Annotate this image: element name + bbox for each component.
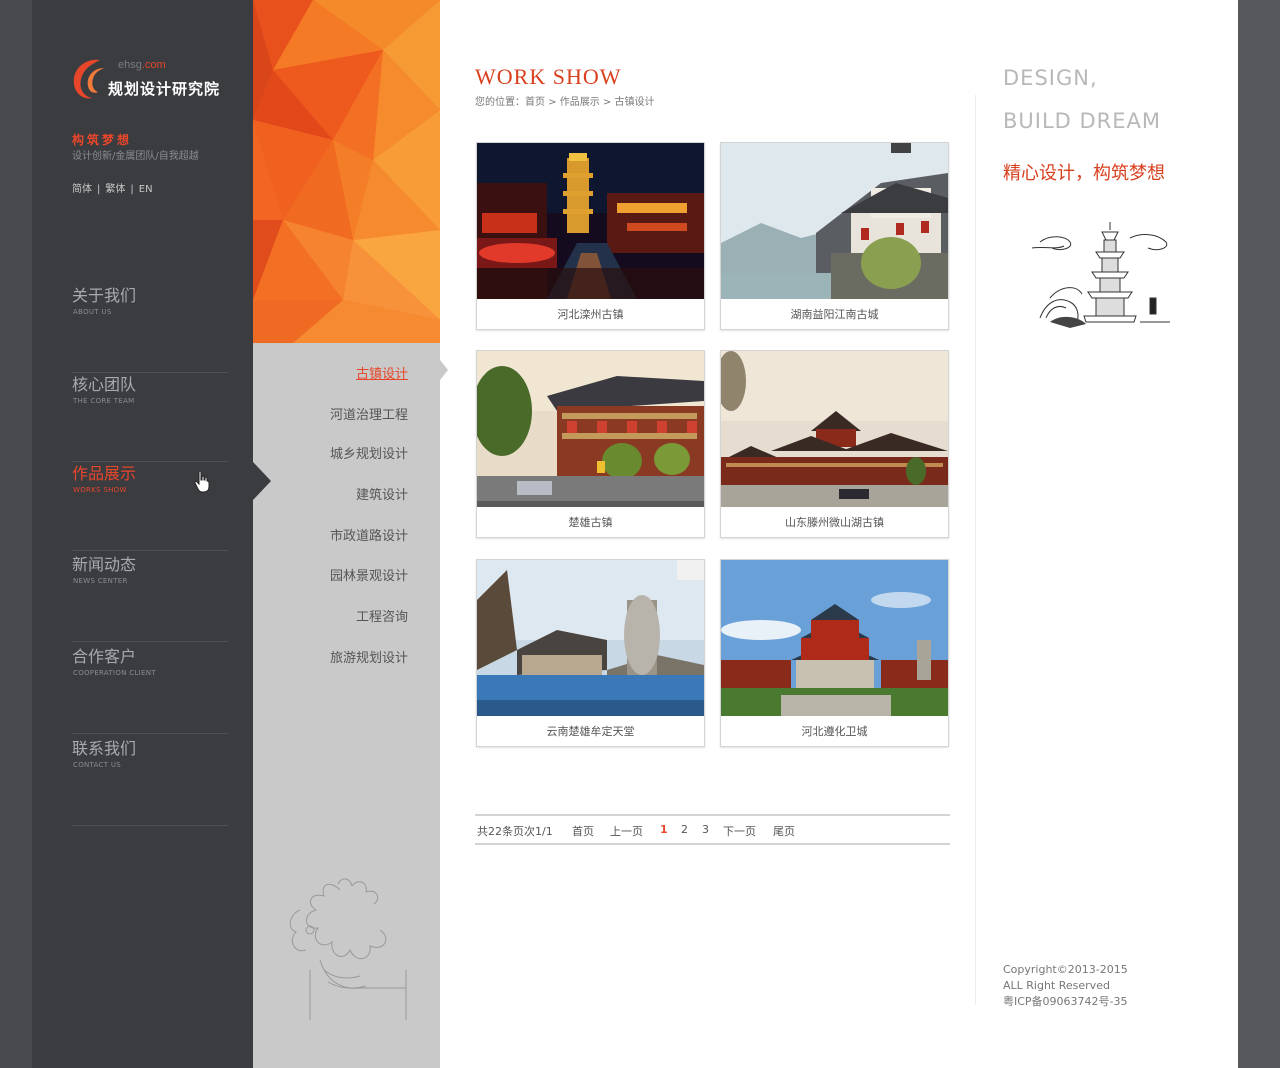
work-thumbnail	[477, 351, 704, 507]
nav-item-sublabel: NEWS CENTER	[73, 577, 128, 585]
lang-traditional[interactable]: 繁体	[105, 180, 125, 195]
lang-simplified[interactable]: 简体	[72, 180, 92, 195]
pager-page-1[interactable]: 1	[660, 823, 668, 836]
pager-next-link[interactable]: 下一页	[723, 823, 756, 839]
subnav-item-landscape[interactable]: 园林景观设计	[330, 565, 408, 584]
pager-first-link[interactable]: 首页	[572, 823, 594, 839]
nav-item-contact[interactable]: 联系我们 CONTACT US	[72, 735, 228, 826]
subnav-item-road-design[interactable]: 市政道路设计	[330, 525, 408, 544]
nav-item-label: 关于我们	[72, 286, 137, 305]
work-card[interactable]: 湖南益阳江南古城	[720, 142, 949, 330]
tagline-line-2: BUILD DREAM	[1003, 109, 1162, 133]
nav-item-sublabel: COOPERATION CLIENT	[73, 669, 156, 677]
main-nav: ehsg.com 规划设计研究院 构筑梦想 设计创新/金属团队/自我超越 简体 |…	[32, 0, 253, 1068]
nav-item-team[interactable]: 核心团队 THE CORE TEAM	[72, 371, 228, 462]
nav-item-label: 联系我们	[72, 739, 137, 758]
nav-item-label: 新闻动态	[72, 555, 137, 574]
work-thumbnail	[477, 560, 704, 716]
work-card[interactable]: 楚雄古镇	[476, 350, 705, 538]
main-content: WORK SHOW 您的位置：首页 > 作品展示 > 古镇设计 河北滦州古镇 湖…	[440, 0, 1238, 1068]
work-thumbnail	[477, 143, 704, 299]
pager-page-2[interactable]: 2	[681, 823, 688, 836]
work-card[interactable]: 云南楚雄牟定天堂	[476, 559, 705, 747]
pager-prev-link[interactable]: 上一页	[610, 823, 643, 839]
pager-page-3[interactable]: 3	[702, 823, 709, 836]
work-thumbnail	[721, 560, 948, 716]
lang-separator: |	[97, 184, 101, 195]
lang-separator: |	[130, 184, 134, 195]
nav-item-sublabel: ABOUT US	[73, 308, 112, 316]
work-caption: 湖南益阳江南古城	[790, 308, 879, 321]
backdrop-right	[1238, 0, 1280, 1068]
logo-domain: ehsg.com	[118, 59, 166, 71]
breadcrumb: 您的位置：首页 > 作品展示 > 古镇设计	[475, 97, 655, 108]
pager-summary: 共22条页次1/1	[477, 825, 553, 838]
hand-cursor-icon	[194, 470, 210, 493]
slogan-title: 构筑梦想	[72, 133, 133, 147]
copyright-line: ALL Right Reserved	[1003, 979, 1110, 992]
work-caption: 河北遵化卫城	[801, 725, 868, 738]
work-caption: 山东滕州微山湖古镇	[785, 516, 884, 529]
work-card[interactable]: 河北滦州古镇	[476, 142, 705, 330]
work-thumbnail	[721, 351, 948, 507]
nav-item-label: 核心团队	[72, 375, 137, 394]
work-caption: 河北滦州古镇	[557, 308, 624, 321]
subnav-item-river-works[interactable]: 河道治理工程	[330, 404, 408, 423]
work-card[interactable]: 河北遵化卫城	[720, 559, 949, 747]
work-caption: 楚雄古镇	[568, 516, 613, 529]
tagline-line-1: DESIGN,	[1003, 66, 1098, 90]
dragon-sketch-icon	[289, 878, 407, 1020]
language-switcher: 简体 | 繁体 | EN	[72, 180, 153, 195]
nav-item-about[interactable]: 关于我们 ABOUT US	[72, 282, 228, 373]
copyright: Copyright©2013-2015 ALL Right Reserved 粤…	[1003, 962, 1128, 1010]
logo-icon[interactable]	[70, 54, 110, 102]
nav-item-sublabel: WORKS SHOW	[73, 486, 127, 494]
subnav-item-urban-planning[interactable]: 城乡规划设计	[330, 443, 408, 462]
nav-item-label: 作品展示	[72, 464, 137, 483]
slogan-subtitle: 设计创新/金属团队/自我超越	[72, 151, 199, 162]
pagination: 共22条页次1/1 首页 上一页 1 2 3 下一页 尾页	[475, 814, 950, 845]
nav-item-clients[interactable]: 合作客户 COOPERATION CLIENT	[72, 643, 228, 734]
work-caption: 云南楚雄牟定天堂	[546, 725, 635, 738]
column-divider	[975, 95, 976, 1005]
nav-item-news[interactable]: 新闻动态 NEWS CENTER	[72, 551, 228, 642]
pagoda-sketch-icon	[1031, 222, 1170, 328]
backdrop-left	[0, 0, 32, 1068]
pager-last-link[interactable]: 尾页	[773, 823, 795, 839]
subnav-active-pointer	[440, 360, 448, 380]
nav-item-label: 合作客户	[72, 647, 137, 666]
nav-item-sublabel: THE CORE TEAM	[73, 397, 135, 405]
work-card[interactable]: 山东滕州微山湖古镇	[720, 350, 949, 538]
work-thumbnail	[721, 143, 948, 299]
lang-english[interactable]: EN	[139, 184, 153, 195]
motto: 精心设计，构筑梦想	[1003, 163, 1165, 184]
subnav-item-architecture[interactable]: 建筑设计	[356, 484, 408, 503]
copyright-line: Copyright©2013-2015	[1003, 963, 1128, 976]
subnav-item-consulting[interactable]: 工程咨询	[356, 606, 408, 625]
orange-polygon-banner	[253, 0, 440, 343]
subnav-item-ancient-town[interactable]: 古镇设计	[356, 363, 408, 382]
subnav-item-tourism[interactable]: 旅游规划设计	[330, 647, 408, 666]
nav-active-pointer	[253, 462, 271, 500]
logo-name: 规划设计研究院	[108, 80, 221, 98]
icp-number: 粤ICP备09063742号-35	[1003, 995, 1128, 1008]
nav-item-sublabel: CONTACT US	[73, 761, 121, 769]
page-title: WORK SHOW	[475, 64, 622, 89]
